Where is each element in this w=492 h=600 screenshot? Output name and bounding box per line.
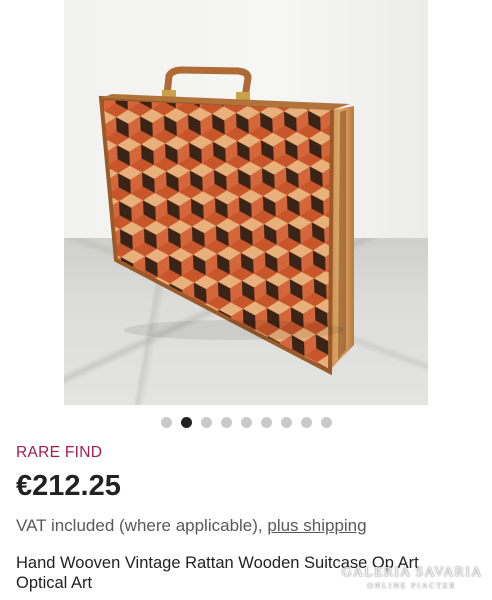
product-image[interactable] [64,0,428,405]
shipping-link[interactable]: plus shipping [267,516,366,535]
watermark-line2: ONLINE PIACTER [367,581,457,590]
price: €212.25 [16,470,121,502]
watermark-line1: GALERIA SAVARIA [341,565,483,580]
carousel-dot[interactable] [180,417,192,428]
carousel-dot[interactable] [240,417,252,428]
carousel-dot[interactable] [200,417,212,428]
carousel-dot[interactable] [300,417,312,428]
carousel-dot[interactable] [220,417,232,428]
carousel-dot[interactable] [160,417,172,428]
vat-note: VAT included (where applicable), plus sh… [16,516,367,536]
carousel-dot[interactable] [260,417,272,428]
watermark-logo: GALERIA SAVARIA ONLINE PIACTER [339,565,485,590]
carousel-indicators [0,417,492,429]
carousel-dot[interactable] [320,417,332,428]
carousel-dot[interactable] [280,417,292,428]
vat-text: VAT included (where applicable), [16,516,268,535]
suitcase-illustration [98,66,354,376]
rare-find-badge: RARE FIND [16,444,103,461]
